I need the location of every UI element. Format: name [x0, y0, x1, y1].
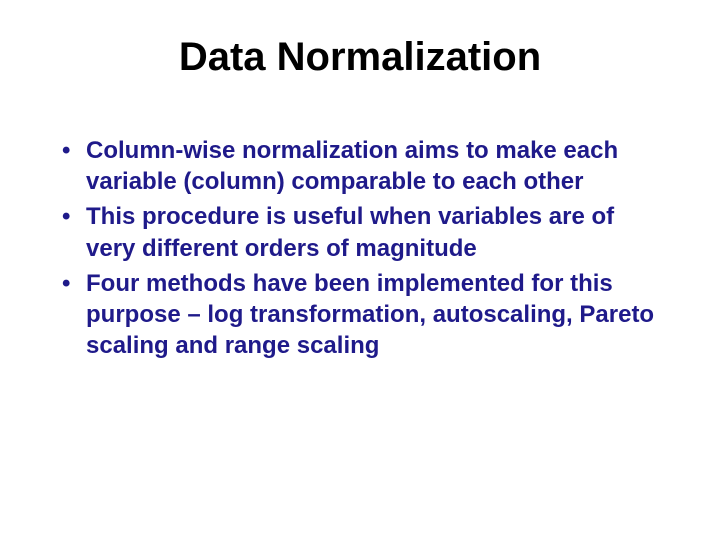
bullet-list: Column-wise normalization aims to make e… — [50, 135, 670, 361]
bullet-item: Column-wise normalization aims to make e… — [58, 135, 670, 197]
bullet-item: This procedure is useful when variables … — [58, 201, 670, 263]
bullet-item: Four methods have been implemented for t… — [58, 268, 670, 362]
slide-title: Data Normalization — [50, 35, 670, 80]
